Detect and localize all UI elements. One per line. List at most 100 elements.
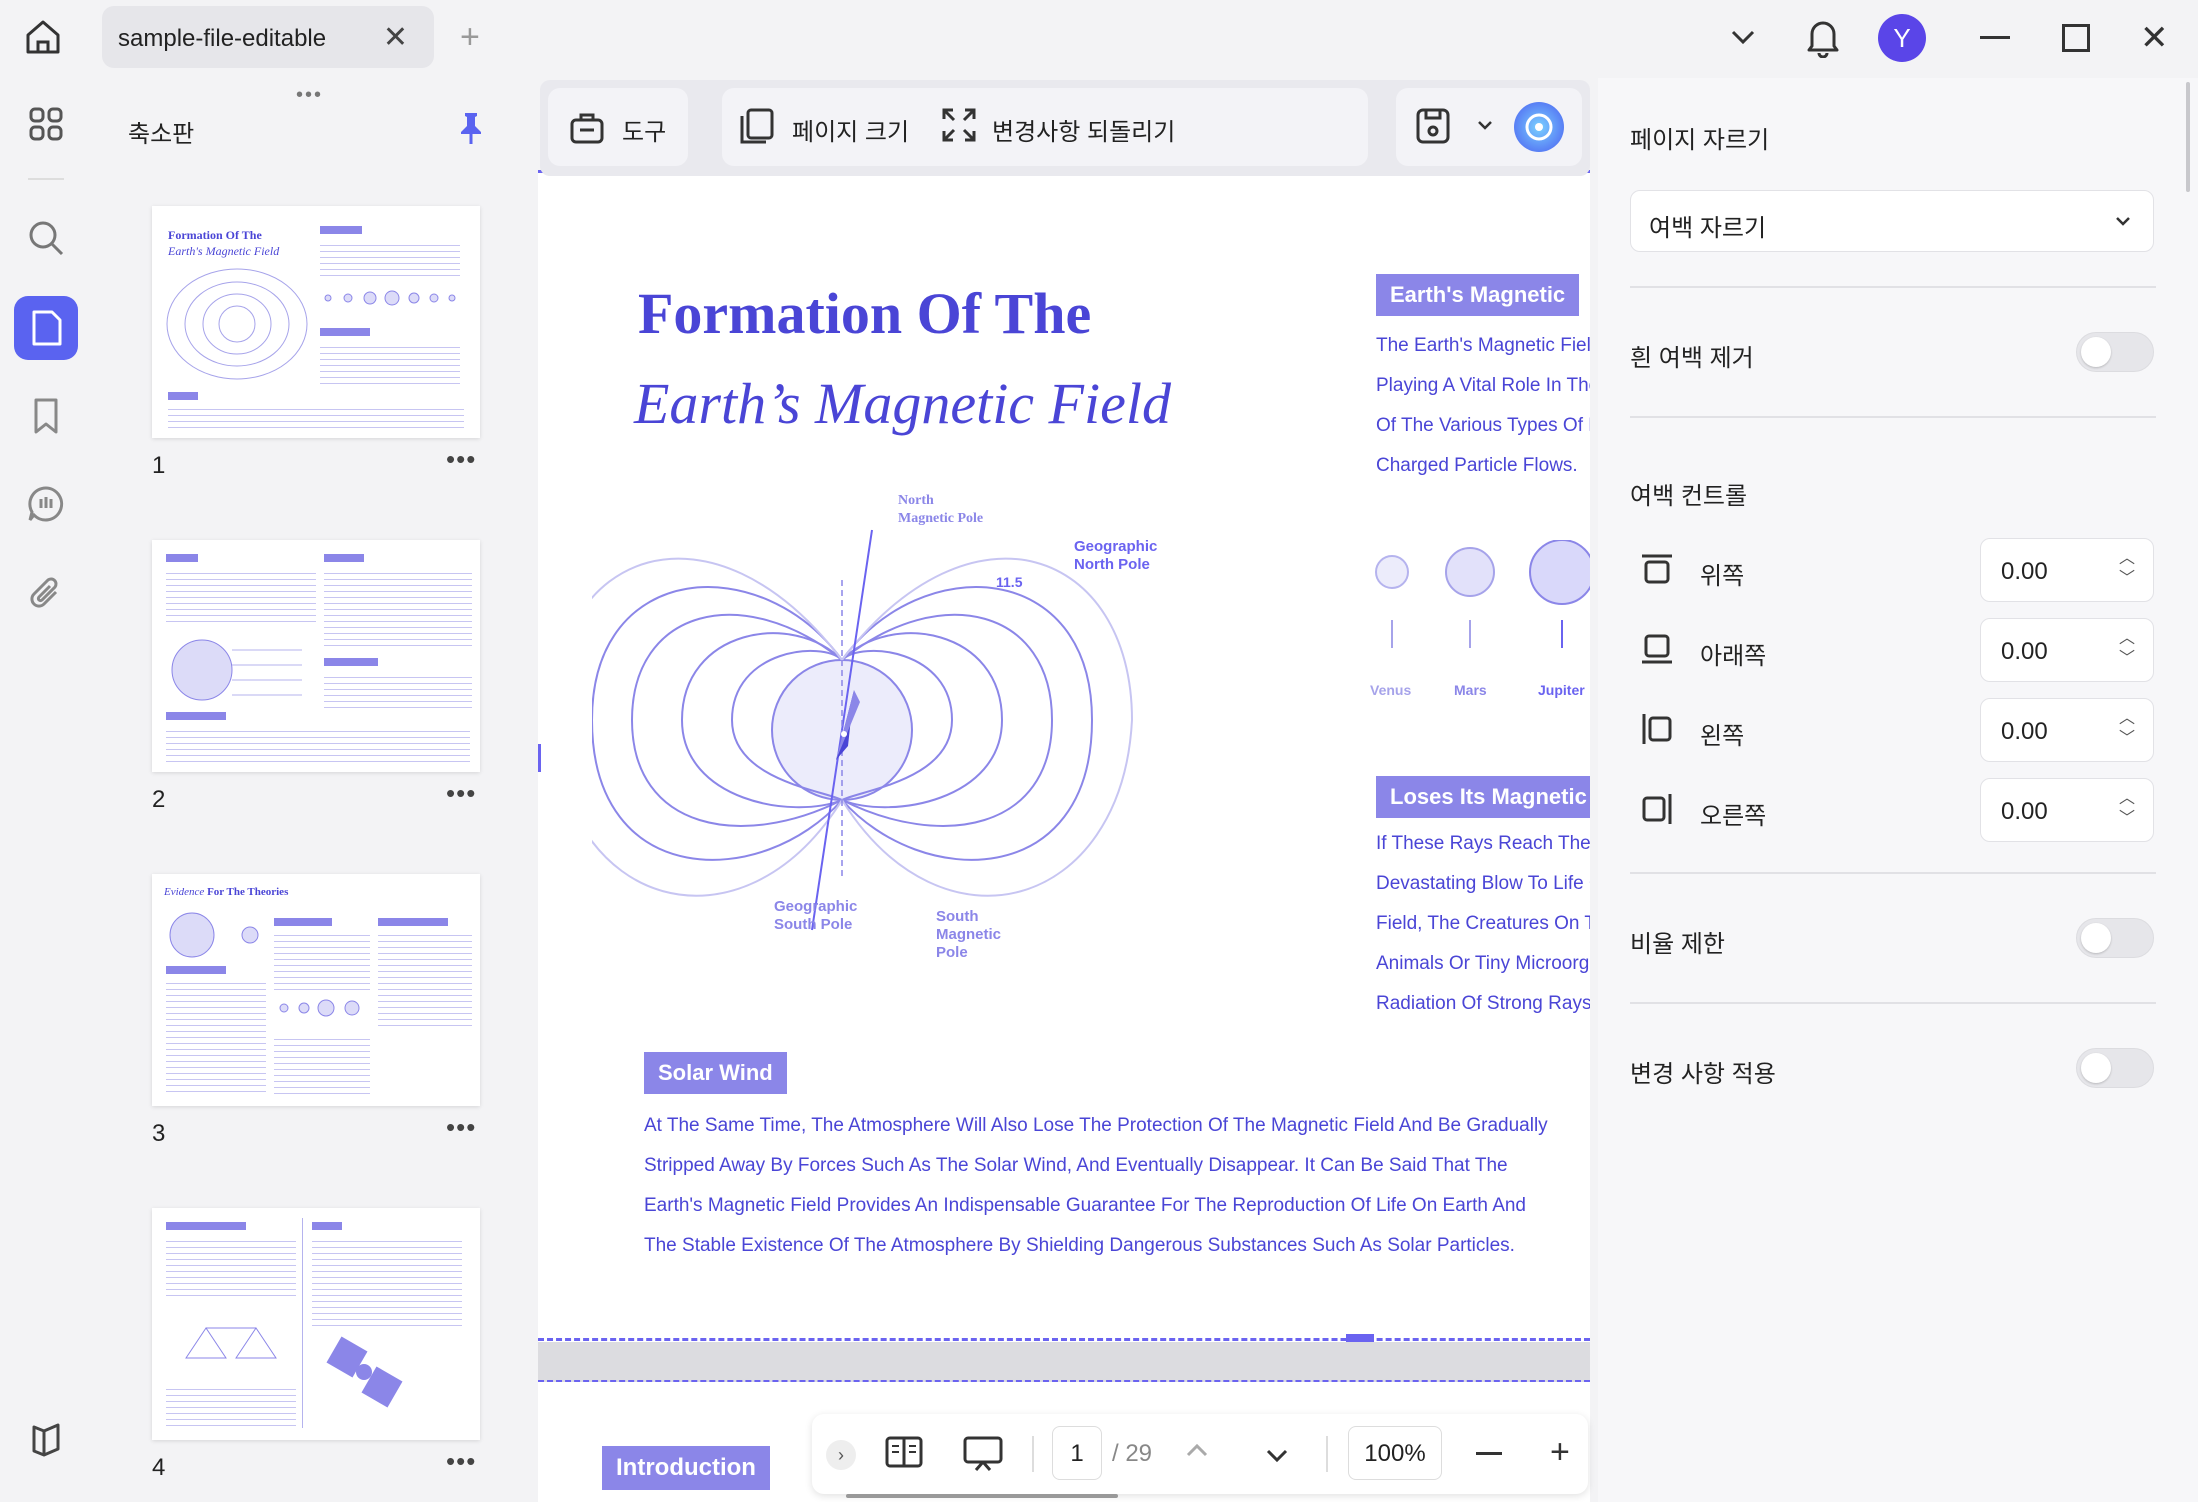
stepper-icon[interactable]: ︿ ﹀ xyxy=(2119,789,2135,829)
maximize-icon[interactable] xyxy=(2062,24,2090,52)
bottom-margin-label: 아래쪽 xyxy=(1700,643,1767,670)
collapse-arrow-icon[interactable]: › xyxy=(826,1440,856,1470)
avatar[interactable]: Y xyxy=(1878,14,1926,62)
bottom-margin-input[interactable]: 0.00 ︿ ﹀ xyxy=(1980,618,2154,682)
more-options-icon[interactable]: ••• xyxy=(446,444,476,475)
page-number: 4 xyxy=(152,1454,166,1481)
bell-icon[interactable] xyxy=(1804,16,1842,63)
thumb-title: Evidence For The Theories xyxy=(164,886,289,898)
page-number-input[interactable]: 1 xyxy=(1052,1426,1102,1480)
aspect-ratio-toggle[interactable] xyxy=(2076,918,2154,958)
home-icon[interactable] xyxy=(22,16,64,63)
horizontal-scrollbar[interactable] xyxy=(846,1494,1118,1498)
crop-mode-value: 여백 자르기 xyxy=(1649,215,1767,242)
title-bar: sample-file-editable ✕ + Y ✕ xyxy=(0,0,2198,78)
crop-left-handle[interactable] xyxy=(538,744,541,772)
zoom-out-icon[interactable] xyxy=(1476,1452,1502,1455)
remove-white-margin-toggle[interactable] xyxy=(2076,332,2154,372)
margin-control-label: 여백 컨트롤 xyxy=(1630,483,1748,510)
page-thumbnail[interactable] xyxy=(152,540,480,772)
right-margin-icon xyxy=(1640,792,1674,831)
new-tab-icon[interactable]: + xyxy=(460,18,480,57)
bookmark-icon[interactable] xyxy=(14,384,78,448)
crop-mode-select[interactable]: 여백 자르기 xyxy=(1630,190,2154,252)
page-gap xyxy=(538,1342,1590,1382)
save-dropdown-icon[interactable] xyxy=(1476,116,1494,139)
panel-scrollbar[interactable] xyxy=(2186,82,2190,192)
planet-label: Jupiter xyxy=(1538,682,1585,698)
planets-diagram xyxy=(1375,540,1590,648)
toolbox-icon xyxy=(568,108,606,151)
close-window-icon[interactable]: ✕ xyxy=(2140,18,2169,58)
section-heading: Introduction xyxy=(602,1446,770,1490)
geographic-north-label: Geographic North Pole xyxy=(1074,538,1158,573)
page-size-button[interactable]: 페이지 크기 xyxy=(792,112,909,147)
geographic-south-label: Geographic South Pole xyxy=(774,898,858,933)
tools-label: 도구 xyxy=(622,119,667,146)
chevron-down-icon xyxy=(2113,211,2133,236)
chevron-down-icon[interactable] xyxy=(1726,20,1760,59)
presentation-icon[interactable] xyxy=(962,1434,1004,1477)
more-options-icon[interactable]: ••• xyxy=(446,1446,476,1477)
attachment-icon[interactable] xyxy=(14,562,78,626)
two-page-view-icon[interactable] xyxy=(884,1434,924,1475)
page-thumbnail[interactable]: Formation Of The Earth's Magnetic Field xyxy=(152,206,480,438)
apply-changes-toggle[interactable] xyxy=(2076,1048,2154,1088)
zoom-level[interactable]: 100% xyxy=(1348,1426,1442,1480)
save-icon[interactable] xyxy=(1414,106,1452,151)
apps-grid-icon[interactable] xyxy=(14,92,78,156)
document-tab[interactable]: sample-file-editable ✕ xyxy=(102,6,434,68)
left-margin-input[interactable]: 0.00 ︿ ﹀ xyxy=(1980,698,2154,762)
crop-bottom-line[interactable] xyxy=(538,1338,1590,1341)
remove-white-margin-label: 흰 여백 제거 xyxy=(1630,345,1754,372)
planet-label: Venus xyxy=(1370,682,1412,698)
stepper-icon[interactable]: ︿ ﹀ xyxy=(2119,629,2135,669)
stepper-icon[interactable]: ︿ ﹀ xyxy=(2119,549,2135,589)
panel-title: 페이지 자르기 xyxy=(1630,127,1770,154)
page-number: 3 xyxy=(152,1120,166,1147)
feedback-icon[interactable] xyxy=(14,1408,78,1472)
top-margin-input[interactable]: 0.00 ︿ ﹀ xyxy=(1980,538,2154,602)
bottom-margin-value: 0.00 xyxy=(2001,638,2048,665)
search-icon[interactable] xyxy=(14,206,78,270)
close-tab-icon[interactable]: ✕ xyxy=(383,20,408,55)
loses-paragraph: If These Rays Reach The Devastating Blow… xyxy=(1376,833,1590,1014)
angle-label: 11.5 xyxy=(996,574,1023,590)
next-page-icon[interactable] xyxy=(1264,1442,1290,1473)
ai-assistant-icon[interactable] xyxy=(1514,102,1564,152)
crop-settings-panel: 페이지 자르기 여백 자르기 흰 여백 제거 여백 컨트롤 위쪽 0.00 ︿ ﹀… xyxy=(1598,78,2198,1502)
thumb-diagram xyxy=(166,268,308,380)
south-magnetic-pole-label: South Magnetic Pole xyxy=(936,908,1002,961)
comment-icon[interactable] xyxy=(14,472,78,536)
tab-title: sample-file-editable xyxy=(118,25,327,52)
document-title: Formation Of The xyxy=(638,281,1092,346)
rail-divider xyxy=(28,178,64,180)
left-margin-value: 0.00 xyxy=(2001,718,2048,745)
page-number: 2 xyxy=(152,786,166,813)
more-options-icon[interactable]: ••• xyxy=(446,1112,476,1143)
resize-handle[interactable]: ••• xyxy=(296,84,323,107)
section-heading: Loses Its Magnetic F xyxy=(1376,776,1590,818)
revert-changes-button[interactable]: 변경사항 되돌리기 xyxy=(992,112,1175,147)
tools-button[interactable]: 도구 xyxy=(548,88,688,166)
top-margin-icon xyxy=(1640,552,1674,591)
more-options-icon[interactable]: ••• xyxy=(446,778,476,809)
crop-toolbar: 도구 페이지 크기 변경사항 되돌리기 적용 xyxy=(540,80,1590,176)
section-heading: Earth's Magnetic xyxy=(1376,274,1580,316)
previous-page-icon[interactable] xyxy=(1184,1438,1210,1469)
minimize-icon[interactable] xyxy=(1980,36,2010,39)
document-page: Formation Of The Earth’s Magnetic Field … xyxy=(538,170,1590,1342)
right-margin-input[interactable]: 0.00 ︿ ﹀ xyxy=(1980,778,2154,842)
planet-label: Mars xyxy=(1454,682,1487,698)
crop-bottom-handle[interactable] xyxy=(1346,1334,1374,1342)
thumbnails-icon[interactable] xyxy=(14,296,78,360)
page-thumbnail[interactable] xyxy=(152,1208,480,1440)
zoom-in-icon[interactable]: + xyxy=(1550,1432,1570,1472)
page-navigation-bar: › 1 / 29 100% + xyxy=(812,1414,1588,1494)
pin-icon[interactable] xyxy=(456,110,486,151)
expand-icon xyxy=(940,106,978,149)
page-thumbnail[interactable]: Evidence For The Theories xyxy=(152,874,480,1106)
right-margin-value: 0.00 xyxy=(2001,798,2048,825)
stepper-icon[interactable]: ︿ ﹀ xyxy=(2119,709,2135,749)
thumb-subtitle: Earth's Magnetic Field xyxy=(168,244,280,258)
